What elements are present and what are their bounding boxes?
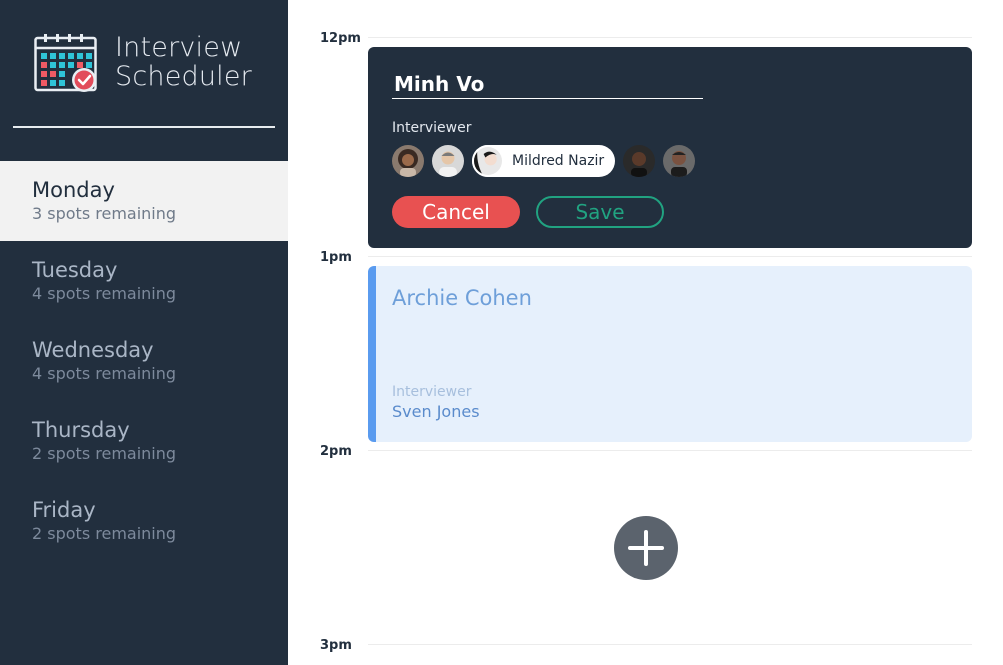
appointment-student: Archie Cohen (392, 286, 532, 310)
day-spots: 2 spots remaining (32, 444, 177, 463)
interviewer-avatar-selected (472, 145, 504, 177)
schedule: 12pm 1pm 2pm 3pm Interviewer (288, 0, 1003, 665)
interviewer-label: Interviewer (392, 120, 472, 136)
time-label-12pm: 12pm (320, 31, 361, 46)
time-label-3pm: 3pm (320, 638, 352, 653)
plus-icon (628, 530, 664, 566)
hour-line (368, 256, 972, 257)
appointment-interviewer-label: Interviewer (392, 384, 472, 400)
hour-line (368, 644, 972, 645)
app-root: Interview Scheduler Monday 3 spots remai… (0, 0, 1003, 665)
app-title-line-2: Scheduler (115, 61, 252, 92)
cancel-button[interactable]: Cancel (392, 196, 520, 228)
appointment-card[interactable]: Archie Cohen Interviewer Sven Jones (368, 266, 972, 442)
day-item-tuesday[interactable]: Tuesday 4 spots remaining (0, 241, 288, 321)
day-item-monday[interactable]: Monday 3 spots remaining (0, 161, 288, 241)
interviewer-avatar-4[interactable] (623, 145, 655, 177)
time-label-2pm: 2pm (320, 444, 352, 459)
day-spots: 4 spots remaining (32, 364, 177, 383)
day-name: Wednesday (32, 338, 154, 362)
day-name: Thursday (32, 418, 130, 442)
day-name: Monday (32, 178, 115, 202)
interviewer-selected[interactable]: Mildred Nazir (472, 145, 615, 177)
interviewer-list: Mildred Nazir (392, 145, 703, 177)
day-spots: 4 spots remaining (32, 284, 177, 303)
appointment-interviewer: Sven Jones (392, 402, 480, 421)
day-spots: 3 spots remaining (32, 204, 177, 223)
hour-line (368, 450, 972, 451)
app-title-line-1: Interview (115, 32, 243, 63)
interviewer-avatar-2[interactable] (432, 145, 464, 177)
save-button[interactable]: Save (536, 196, 664, 228)
calendar-check-icon (34, 34, 97, 92)
appointment-form: Interviewer (368, 47, 972, 248)
app-title: Interview Scheduler (115, 33, 252, 91)
day-item-friday[interactable]: Friday 2 spots remaining (0, 481, 288, 561)
interviewer-avatar-1[interactable] (392, 145, 424, 177)
sidebar-divider (13, 126, 275, 128)
day-name: Tuesday (32, 258, 118, 282)
selected-interviewer-name: Mildred Nazir (512, 153, 605, 169)
day-name: Friday (32, 498, 96, 522)
interviewer-avatar-5[interactable] (663, 145, 695, 177)
sidebar: Interview Scheduler Monday 3 spots remai… (0, 0, 288, 665)
add-appointment-button[interactable] (614, 516, 678, 580)
day-spots: 2 spots remaining (32, 524, 177, 543)
student-name-input[interactable] (392, 69, 703, 99)
day-list: Monday 3 spots remaining Tuesday 4 spots… (0, 161, 288, 561)
brand: Interview Scheduler (34, 30, 274, 100)
time-label-1pm: 1pm (320, 250, 352, 265)
day-item-thursday[interactable]: Thursday 2 spots remaining (0, 401, 288, 481)
hour-line (368, 37, 972, 38)
day-item-wednesday[interactable]: Wednesday 4 spots remaining (0, 321, 288, 401)
